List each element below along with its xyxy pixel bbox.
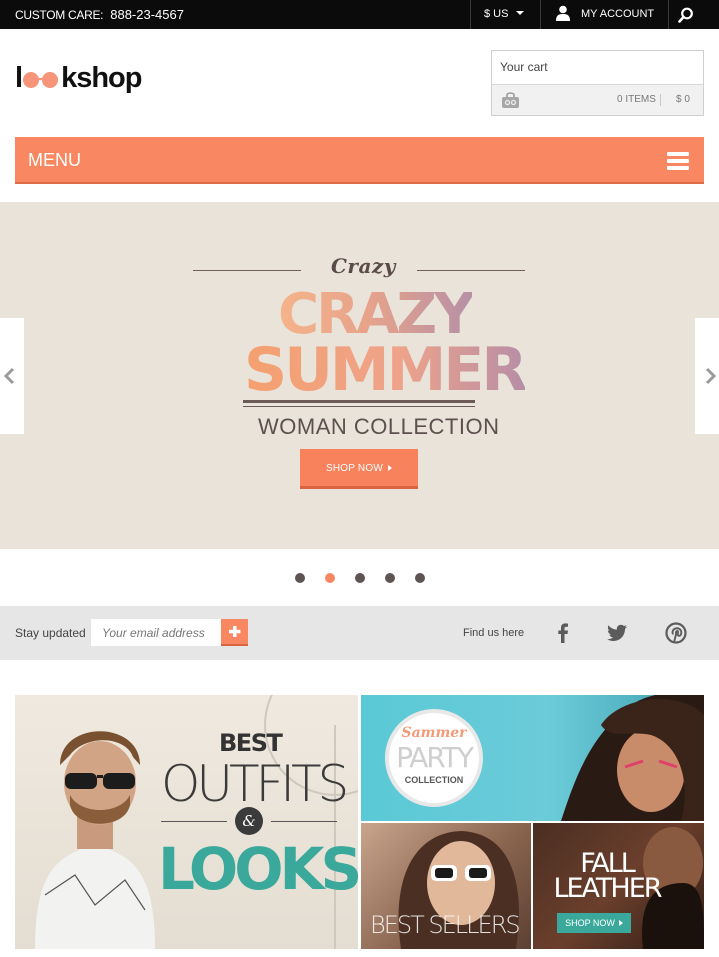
cart-widget[interactable]: Your cart 0 ITEMS $ 0 [491, 50, 704, 116]
cart-divider [660, 94, 661, 106]
promo-best-outfits[interactable]: BEST OUTFITS & LOOKS [15, 695, 358, 949]
customer-care-phone[interactable]: 888-23-4567 [110, 7, 184, 22]
chevron-right-icon [705, 367, 717, 385]
promo-rule [271, 821, 337, 822]
promo-outfits-text: OUTFITS [161, 755, 349, 813]
menu-label: MENU [28, 150, 81, 170]
title-rule [243, 400, 475, 403]
fall-shop-now-button[interactable]: SHOP NOW [557, 913, 631, 933]
top-bar: CUSTOM CARE: 888-23-4567 $ US MY ACCOUNT [0, 0, 719, 29]
party-script-text: Sammer [401, 725, 467, 741]
chevron-right-icon: › [370, 942, 379, 949]
promo-rule [161, 821, 227, 822]
newsletter-label: Stay updated [15, 626, 86, 640]
cart-total: $ 0 [676, 94, 690, 105]
model-image [35, 695, 358, 949]
logo-text: kshop [61, 62, 142, 94]
fall-shop-now-label: SHOP NOW [565, 918, 615, 928]
promo-best-text: BEST [219, 729, 283, 757]
slide-shop-now-button[interactable]: SHOP NOW [300, 449, 418, 489]
search-icon[interactable] [678, 7, 694, 23]
promo-ampersand: & [235, 807, 263, 835]
cart-title: Your cart [500, 60, 548, 74]
slider-dot[interactable] [415, 573, 425, 583]
promo-fall-leather[interactable]: FALL LEATHER SHOP NOW [533, 823, 704, 949]
slider-next-button[interactable] [695, 318, 719, 434]
promo-best-sellers[interactable]: BEST SELLERS › [361, 823, 531, 949]
hero-slider: Crazy CRAZY SUMMER WOMAN COLLECTION SHOP… [0, 202, 719, 549]
slider-dot[interactable] [295, 573, 305, 583]
cart-summary: 0 ITEMS $ 0 [492, 84, 703, 115]
pinterest-icon[interactable] [665, 622, 687, 644]
party-subtitle: COLLECTION [404, 775, 464, 785]
subscribe-button[interactable] [221, 619, 248, 646]
cart-item-count: 0 ITEMS [617, 94, 656, 105]
customer-care: CUSTOM CARE: 888-23-4567 [15, 7, 184, 22]
slide-title-line2: SUMMER [244, 335, 528, 405]
topbar-divider [668, 0, 669, 29]
shopping-bag-icon [502, 92, 519, 108]
chevron-down-icon [516, 11, 525, 15]
promo-looks-text: LOOKS [158, 835, 358, 903]
slider-prev-button[interactable] [0, 318, 24, 434]
fall-leather-title: FALL LEATHER [547, 850, 667, 904]
sunglasses-logo-icon [23, 71, 59, 88]
shop-now-label: SHOP NOW [326, 463, 383, 474]
slide-script-text: Crazy [331, 254, 396, 278]
facebook-icon[interactable] [552, 622, 574, 644]
decorative-line [417, 270, 525, 271]
site-logo[interactable]: l kshop [15, 62, 142, 95]
best-sellers-text: BEST SELLERS [370, 911, 521, 939]
topbar-divider [470, 0, 471, 29]
play-arrow-icon [387, 465, 392, 471]
find-us-label: Find us here [463, 627, 525, 639]
slider-dot[interactable] [385, 573, 395, 583]
party-badge: Sammer PARTY COLLECTION [385, 709, 483, 807]
currency-value: $ US [484, 8, 509, 20]
currency-selector[interactable]: $ US [484, 8, 525, 20]
topbar-divider [540, 0, 541, 29]
hamburger-icon[interactable] [667, 152, 689, 170]
main-menu-bar[interactable]: MENU [15, 137, 704, 184]
chevron-left-icon [3, 367, 15, 385]
my-account-link[interactable]: MY ACCOUNT [581, 8, 654, 20]
twitter-icon[interactable] [606, 622, 628, 644]
play-arrow-icon [618, 920, 623, 926]
customer-care-label: CUSTOM CARE: [15, 8, 104, 22]
title-rule [243, 406, 475, 407]
user-icon[interactable] [556, 5, 570, 21]
promo-summer-party[interactable]: Sammer PARTY COLLECTION [361, 695, 704, 821]
party-title: PARTY [396, 741, 474, 774]
decorative-line [193, 270, 301, 271]
slider-dot[interactable] [355, 573, 365, 583]
best-sellers-label: BEST SELLERS › [370, 911, 531, 949]
slide-subtitle: WOMAN COLLECTION [258, 414, 500, 439]
slider-dot-active[interactable] [325, 573, 335, 583]
plus-icon [229, 626, 241, 637]
email-field[interactable] [91, 619, 221, 646]
fall-line2: LEATHER [553, 873, 662, 904]
newsletter-bar: Stay updated Find us here [0, 606, 719, 660]
